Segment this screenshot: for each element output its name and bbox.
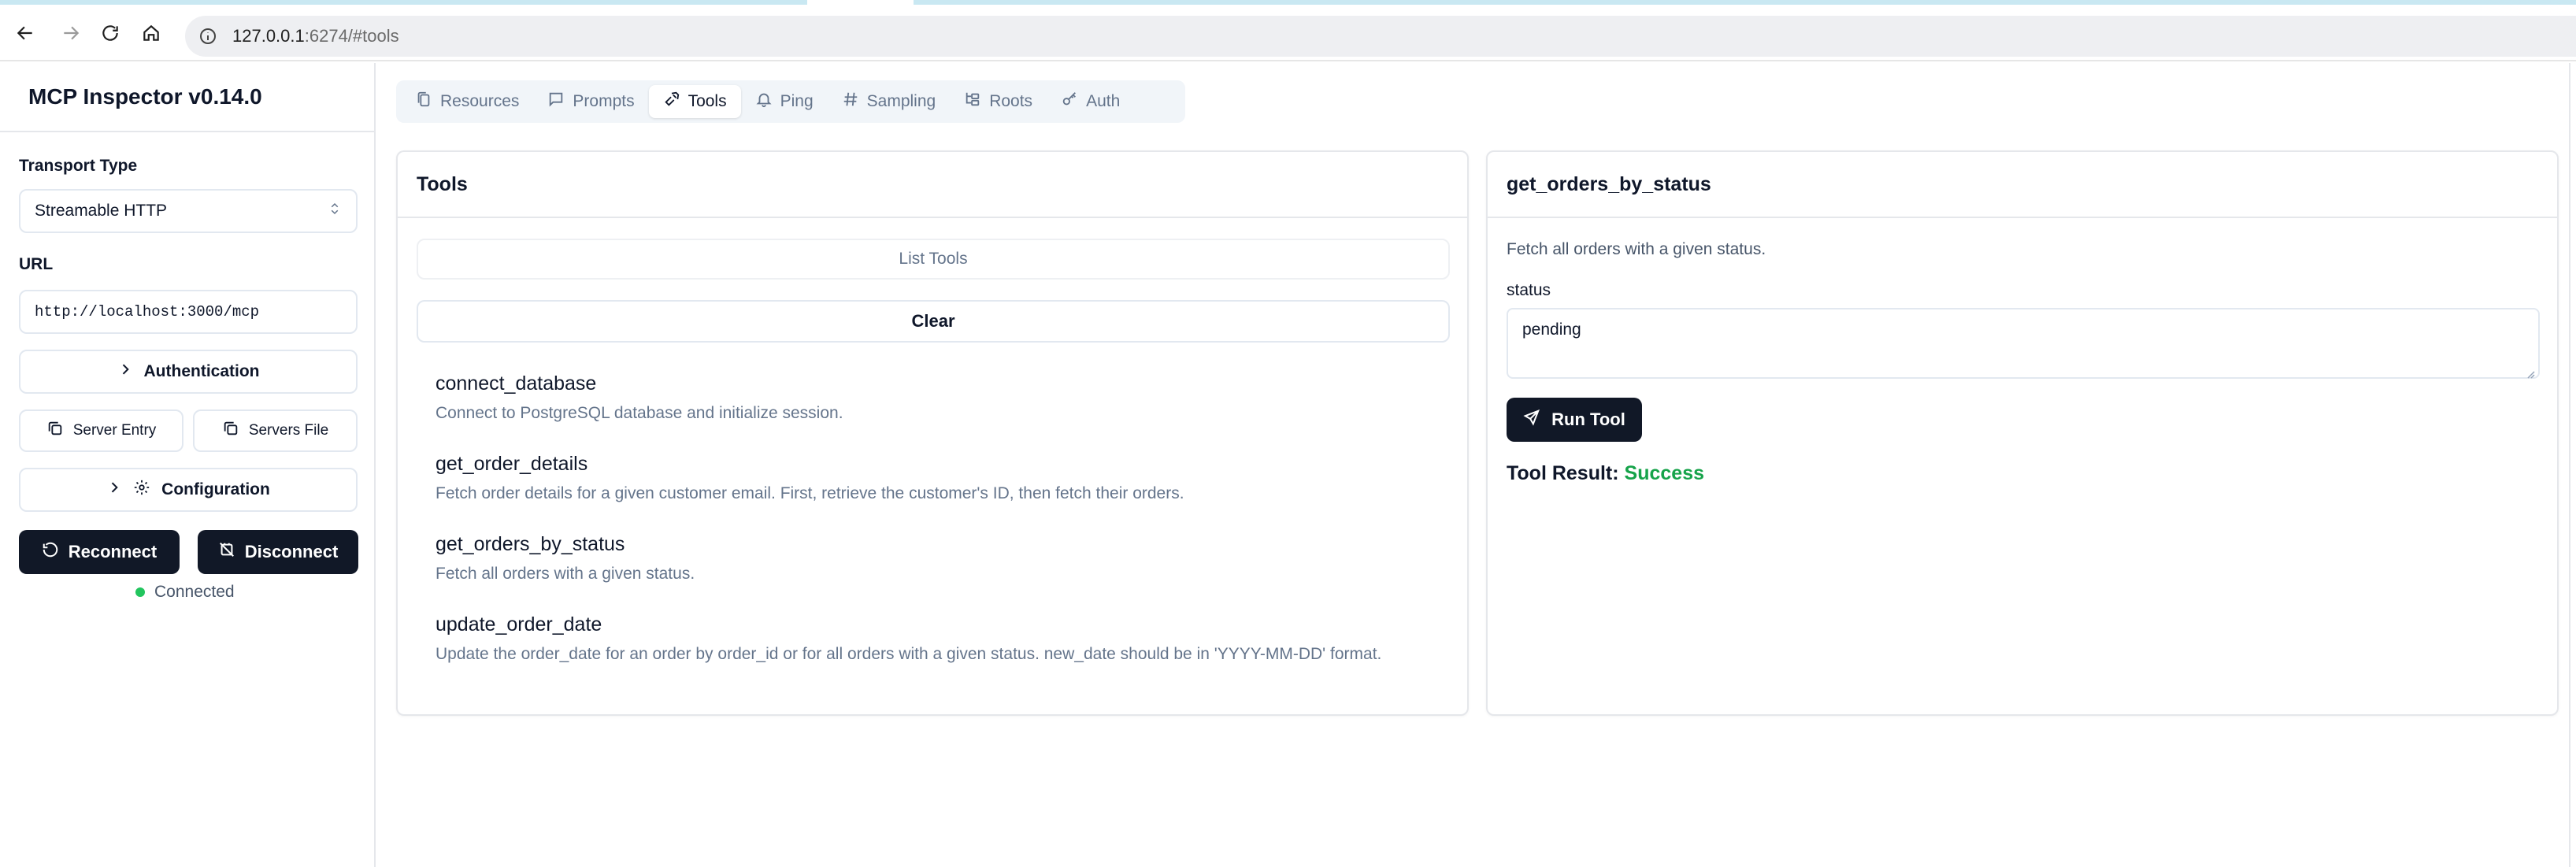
hammer-icon xyxy=(663,91,680,113)
url-input[interactable]: http://localhost:3000/mcp xyxy=(19,290,358,334)
connection-status: Connected xyxy=(135,583,235,602)
tab-sampling[interactable]: Sampling xyxy=(828,85,951,118)
unplug-icon xyxy=(218,541,235,563)
authentication-label: Authentication xyxy=(143,362,260,380)
tab-label: Resources xyxy=(440,92,520,110)
tab-label: Sampling xyxy=(866,92,936,110)
tool-name: get_order_details xyxy=(436,453,588,475)
tool-detail-description: Fetch all orders with a given status. xyxy=(1507,240,1766,258)
gear-icon xyxy=(133,479,150,501)
tool-item-connect-database[interactable]: connect_database Connect to PostgreSQL d… xyxy=(436,372,1444,425)
reconnect-button[interactable]: Reconnect xyxy=(19,530,180,574)
disconnect-label: Disconnect xyxy=(244,542,339,561)
tab-label: Prompts xyxy=(573,92,635,110)
tool-result-label: Tool Result: xyxy=(1507,462,1619,484)
url-input-value: http://localhost:3000/mcp xyxy=(35,303,260,320)
disconnect-button[interactable]: Disconnect xyxy=(198,530,358,574)
send-icon xyxy=(1523,409,1540,431)
tab-label: Auth xyxy=(1086,92,1121,110)
server-entry-button[interactable]: Server Entry xyxy=(19,409,183,452)
tab-roots[interactable]: Roots xyxy=(950,85,1047,118)
app-header: MCP Inspector v0.14.0 xyxy=(0,63,374,132)
server-entry-label: Server Entry xyxy=(72,422,157,439)
tool-description: Update the order_date for an order by or… xyxy=(436,645,1382,663)
tools-panel-title: Tools xyxy=(398,152,1467,218)
tool-item-update-order-date[interactable]: update_order_date Update the order_date … xyxy=(436,613,1444,666)
url-text: 127.0.0.1:6274/#tools xyxy=(232,26,399,46)
sidebar: MCP Inspector v0.14.0 Transport Type Str… xyxy=(0,63,376,867)
tool-detail-title: get_orders_by_status xyxy=(1488,152,2557,218)
files-icon xyxy=(415,91,432,113)
url-label: URL xyxy=(19,255,54,273)
status-dot xyxy=(135,587,145,597)
address-bar[interactable]: 127.0.0.1:6274/#tools xyxy=(185,16,2576,57)
configuration-button[interactable]: Configuration xyxy=(19,468,358,512)
hash-icon xyxy=(842,91,859,113)
authentication-button[interactable]: Authentication xyxy=(19,350,358,394)
app-title: MCP Inspector v0.14.0 xyxy=(28,84,262,109)
tab-label: Roots xyxy=(989,92,1033,110)
connection-status-text: Connected xyxy=(154,583,235,601)
status-param-input[interactable]: pending xyxy=(1507,308,2540,379)
tab-prompts[interactable]: Prompts xyxy=(533,85,648,118)
tool-name: update_order_date xyxy=(436,613,602,635)
clear-button[interactable]: Clear xyxy=(417,300,1450,343)
tool-item-get-orders-by-status[interactable]: get_orders_by_status Fetch all orders wi… xyxy=(436,533,1444,586)
back-icon[interactable] xyxy=(11,19,39,47)
message-square-icon xyxy=(547,91,565,113)
reload-icon[interactable] xyxy=(96,19,124,47)
tool-description: Fetch all orders with a given status. xyxy=(436,565,695,583)
tools-panel: Tools List Tools Clear connect_database … xyxy=(396,150,1469,716)
chevrons-up-down-icon xyxy=(328,202,342,220)
tool-detail-panel: get_orders_by_status Fetch all orders wi… xyxy=(1486,150,2559,716)
run-tool-button[interactable]: Run Tool xyxy=(1507,398,1642,442)
tab-label: Ping xyxy=(780,92,814,110)
tab-ping[interactable]: Ping xyxy=(741,85,828,118)
tool-name: connect_database xyxy=(436,372,597,395)
folder-tree-icon xyxy=(964,91,981,113)
transport-type-value: Streamable HTTP xyxy=(35,202,168,220)
tool-result-status: Success xyxy=(1624,462,1704,484)
tool-result: Tool Result: Success xyxy=(1507,462,1704,485)
reconnect-label: Reconnect xyxy=(68,542,158,561)
transport-type-select[interactable]: Streamable HTTP xyxy=(19,189,358,233)
status-param-value: pending xyxy=(1522,320,1581,339)
key-icon xyxy=(1061,91,1078,113)
rotate-ccw-icon xyxy=(42,541,59,563)
tool-item-get-order-details[interactable]: get_order_details Fetch order details fo… xyxy=(436,453,1444,506)
chevron-right-icon xyxy=(117,361,133,382)
site-info-icon[interactable] xyxy=(196,24,220,48)
servers-file-label: Servers File xyxy=(248,422,329,439)
main-tabs: Resources Prompts Tools Ping Sampling Ro… xyxy=(396,80,1185,123)
copy-icon xyxy=(222,420,239,442)
tool-description: Connect to PostgreSQL database and initi… xyxy=(436,404,843,422)
browser-toolbar: 127.0.0.1:6274/#tools xyxy=(0,5,2576,61)
copy-icon xyxy=(46,420,64,442)
tool-description: Fetch order details for a given customer… xyxy=(436,484,1184,502)
home-icon[interactable] xyxy=(137,19,165,47)
servers-file-button[interactable]: Servers File xyxy=(193,409,358,452)
run-tool-label: Run Tool xyxy=(1551,409,1625,429)
status-param-label: status xyxy=(1507,281,1551,299)
bell-icon xyxy=(755,91,773,113)
window-edge xyxy=(2569,63,2570,867)
tab-auth[interactable]: Auth xyxy=(1047,85,1134,118)
transport-type-label: Transport Type xyxy=(19,157,138,175)
tab-resources[interactable]: Resources xyxy=(401,85,533,118)
chevron-right-icon xyxy=(106,480,122,500)
tool-name: get_orders_by_status xyxy=(436,533,625,555)
list-tools-button[interactable]: List Tools xyxy=(417,239,1450,280)
resize-handle-icon[interactable] xyxy=(2526,365,2535,379)
forward-icon[interactable] xyxy=(57,19,85,47)
tab-tools[interactable]: Tools xyxy=(648,85,741,118)
configuration-label: Configuration xyxy=(161,480,270,498)
tab-label: Tools xyxy=(688,92,727,110)
